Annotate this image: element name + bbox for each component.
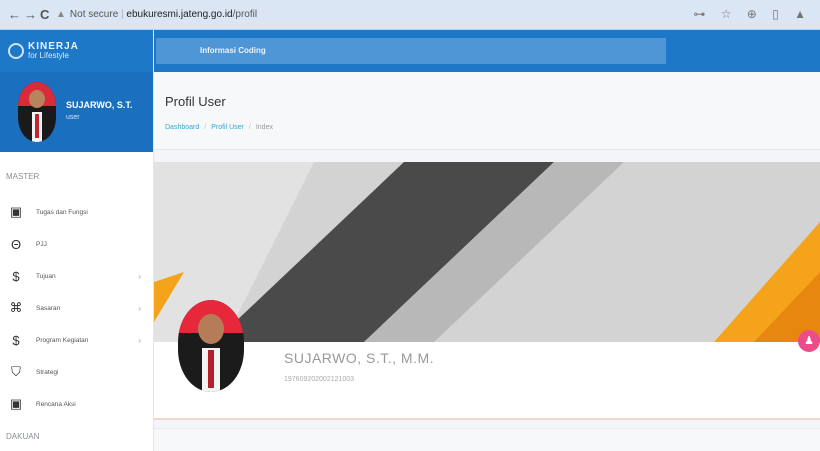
logo-icon (8, 43, 24, 59)
profile-card: SUJARWO, S.T., M.M. 197609202002121003 ♟ (154, 162, 820, 420)
top-navbar: Informasi Coding (154, 30, 820, 72)
sidebar-item-0[interactable]: ▣ Tugas dan Fungsi (0, 196, 153, 228)
document-icon: ▣ (9, 204, 23, 219)
user-panel: SUJARWO, S.T. user (0, 72, 153, 152)
breadcrumb-index: Index (255, 124, 273, 131)
profile-name: SUJARWO, S.T., M.M. (284, 350, 435, 366)
dollar-icon: $ (12, 268, 20, 284)
content-next-section (154, 428, 820, 451)
breadcrumb: Dashboard / Profil User / Index (165, 124, 273, 131)
sidebar-item-4[interactable]: $ Program Kegiatan › (0, 324, 153, 356)
address-bar[interactable]: ▲ Not secure | ebukuresmi.jateng.go.id/pr… (56, 6, 716, 24)
url-path: /profil (232, 9, 258, 20)
info-banner[interactable]: Informasi Coding (156, 38, 666, 64)
sidebar-item-label: Tugas dan Fungsi (36, 208, 88, 216)
sidebar: KINERJA for Lifestyle SUJARWO, S.T. user… (0, 30, 154, 451)
avatar (18, 82, 56, 142)
extension-icons[interactable]: ⊶ ☆ ⊕ ▯ ▲ (693, 7, 812, 21)
user-icon: ♟ (804, 335, 814, 347)
url-domain: ebukuresmi.jateng.go.id (126, 9, 233, 20)
sidebar-item-label: Program Kegiatan (36, 336, 89, 344)
reload-button[interactable]: C (40, 7, 49, 23)
chevron-right-icon: › (138, 303, 141, 313)
back-button[interactable]: ← (8, 7, 21, 23)
profile-id-number: 197609202002121003 (284, 376, 355, 383)
sidebar-item-label: Rencana Aksi (36, 400, 76, 408)
app-window: KINERJA for Lifestyle SUJARWO, S.T. user… (0, 30, 820, 451)
not-secure-icon: ▲ (56, 9, 66, 20)
menu-section-master: MASTER (6, 172, 40, 181)
user-circle-icon: Θ (10, 236, 22, 252)
sidebar-item-label: Strategi (36, 368, 59, 376)
browser-toolbar: ← → C ▲ Not secure | ebukuresmi.jateng.go… (0, 0, 820, 30)
chevron-right-icon: › (138, 271, 141, 281)
menu-section-bottom: DAKUAN (6, 432, 40, 441)
brand-name: KINERJA (28, 41, 79, 52)
shield-icon: ⛉ (11, 364, 21, 379)
sidebar-item-label: Tujuan (36, 272, 56, 280)
chevron-right-icon: › (138, 335, 141, 345)
forward-button[interactable]: → (24, 7, 37, 23)
brand-tagline: for Lifestyle (28, 51, 69, 60)
sidebar-item-2[interactable]: $ Tujuan › (0, 260, 153, 292)
breadcrumb-dashboard[interactable]: Dashboard (165, 124, 199, 131)
user-name: SUJARWO, S.T. (66, 100, 133, 110)
edit-profile-button[interactable]: ♟ (798, 330, 820, 352)
page-title: Profil User (165, 94, 226, 109)
sidebar-item-5[interactable]: ⛉ Strategi (0, 356, 153, 388)
network-icon: ⌘ (9, 300, 23, 315)
security-label: Not secure (69, 9, 119, 20)
cover-image (154, 162, 820, 342)
user-role: user (66, 114, 80, 121)
sidebar-item-label: PJJ (36, 240, 47, 248)
clipboard-icon: ▣ (9, 396, 23, 411)
brand-logo[interactable]: KINERJA for Lifestyle (0, 30, 153, 72)
breadcrumb-profil-user[interactable]: Profil User (211, 124, 244, 131)
money-icon: $ (12, 332, 20, 348)
sidebar-item-label: Sasaran (36, 304, 61, 312)
profile-photo (178, 300, 244, 392)
sidebar-item-6[interactable]: ▣ Rencana Aksi (0, 388, 153, 420)
sidebar-item-3[interactable]: ⌘ Sasaran › (0, 292, 153, 324)
sidebar-item-1[interactable]: Θ PJJ (0, 228, 153, 260)
page-header: Profil User Dashboard / Profil User / Index (154, 72, 820, 150)
